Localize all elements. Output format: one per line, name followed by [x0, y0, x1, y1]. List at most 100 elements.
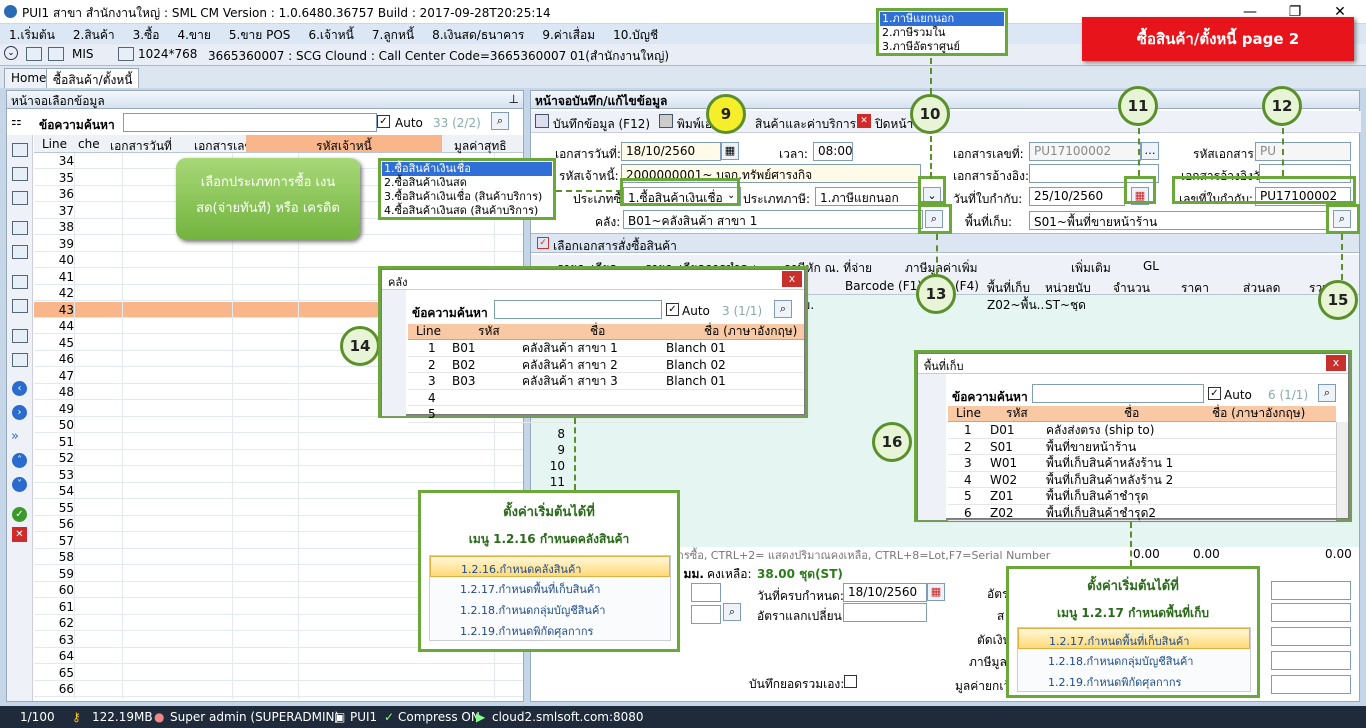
chevron-down-icon[interactable]: ⌄ — [4, 46, 18, 60]
tree-icon[interactable]: ⚏ — [11, 114, 27, 128]
list-item[interactable]: 3 W01 พื้นที่เก็บสินค้าหลังร้าน 1 — [948, 455, 1336, 472]
doc-no-input[interactable]: PU17100002 — [1029, 142, 1141, 161]
check-icon[interactable] — [12, 221, 28, 235]
right-input[interactable] — [1271, 627, 1351, 646]
table-row[interactable]: 65 — [34, 665, 523, 681]
field-input[interactable] — [691, 605, 721, 624]
time-input[interactable]: 08:00 — [813, 142, 853, 161]
lock-icon[interactable] — [12, 275, 28, 289]
type-option[interactable]: 2.ซื้อสินค้าเงินสด — [382, 176, 552, 190]
col-name-en[interactable]: ชื่อ (ภาษาอังกฤษ) — [704, 324, 797, 339]
export-icon[interactable] — [12, 299, 28, 313]
table-row[interactable]: 53 — [34, 467, 523, 483]
close-icon[interactable]: x — [782, 271, 802, 287]
col-name[interactable]: ชื่อ — [590, 324, 605, 339]
list-icon[interactable] — [48, 47, 64, 61]
pin-icon[interactable]: ⊥ — [509, 92, 519, 106]
location-input[interactable]: S01~พื้นที่ขายหน้าร้าน — [1029, 211, 1329, 230]
doc-icon[interactable] — [12, 167, 28, 181]
tax-option[interactable]: 2.ภาษีรวมใน — [880, 26, 1004, 40]
add-button[interactable]: เพิ่มเติม — [1071, 259, 1111, 278]
close-form-button[interactable]: ปิดหน้า — [875, 115, 913, 134]
tax-type-select[interactable]: 1.ภาษีแยกนอก — [815, 187, 921, 206]
type-option[interactable]: 1.ซื้อสินค้าเงินเชื่อ — [382, 162, 552, 176]
copy-icon[interactable] — [12, 191, 28, 205]
list-item[interactable]: 5 Z01 พื้นที่เก็บสินค้าชำรุด — [948, 488, 1336, 505]
calendar-icon[interactable]: ▦ — [721, 142, 739, 160]
doc-no-button[interactable]: … — [1141, 142, 1159, 160]
calendar-icon[interactable] — [26, 47, 42, 61]
list-item[interactable]: 4 — [408, 390, 804, 406]
menu-option[interactable]: 1.2.18.กำหนดกลุ่มบัญชีสินค้า — [430, 598, 670, 619]
col-check[interactable]: che — [78, 137, 100, 151]
col-supplier[interactable]: รหัสเจ้าหนี้ — [246, 135, 442, 153]
delete-doc-icon[interactable] — [12, 245, 28, 259]
col-name[interactable]: ชื่อ — [1124, 406, 1139, 421]
inv-date-input[interactable]: 25/10/2560 — [1029, 187, 1125, 206]
dialog-search-input[interactable] — [1032, 384, 1204, 403]
down-icon[interactable]: ˅ — [12, 477, 27, 492]
menu-option[interactable]: 1.2.16.กำหนดคลังสินค้า — [430, 556, 670, 577]
due-input[interactable]: 18/10/2560 — [843, 583, 927, 602]
warehouse-input[interactable]: B01~คลังสินค้า สาขา 1 — [623, 210, 923, 229]
list-item[interactable]: 6 Z02 พื้นที่เก็บสินค้าชำรุด2 — [948, 505, 1336, 521]
right-input[interactable] — [1271, 651, 1351, 670]
rate-input[interactable] — [843, 603, 927, 622]
field-input[interactable] — [691, 583, 721, 602]
ok-icon[interactable]: ✓ — [12, 507, 27, 522]
table-row[interactable]: 52 — [34, 450, 523, 467]
col-barcode[interactable]: Barcode (F1) — [845, 279, 922, 293]
list-item[interactable]: 1 D01 คลังส่งตรง (ship to) — [948, 422, 1336, 439]
calendar-icon[interactable]: ▦ — [927, 583, 945, 601]
cancel-icon[interactable]: ✕ — [12, 527, 27, 542]
scrollbar[interactable] — [1336, 422, 1348, 518]
fast-forward-icon[interactable]: » — [11, 429, 19, 444]
search-input[interactable] — [123, 113, 377, 132]
menu-option[interactable]: 1.2.19.กำหนดพิกัดศุลกากร — [430, 619, 670, 640]
right-input[interactable] — [1271, 581, 1351, 600]
list-item[interactable]: 4 W02 พื้นที่เก็บสินค้าหลังร้าน 2 — [948, 472, 1336, 488]
col-line[interactable]: Line — [956, 406, 981, 421]
tab-purchase[interactable]: ซื้อสินค้า/ตั้งหนี้ — [46, 68, 140, 88]
doc-code-input[interactable]: PU — [1255, 142, 1351, 161]
list-view-icon[interactable] — [12, 329, 28, 343]
printer-icon[interactable] — [12, 353, 28, 367]
col-code[interactable]: รหัส — [1006, 406, 1028, 421]
tax-option[interactable]: 3.ภาษีอัตราศูนย์ — [880, 40, 1004, 54]
menu-option[interactable]: 1.2.18.กำหนดกลุ่มบัญชีสินค้า — [1018, 649, 1250, 670]
col-line[interactable]: Line — [42, 137, 67, 151]
list-item[interactable]: 5 — [408, 406, 804, 423]
table-row[interactable]: 51 — [34, 434, 523, 450]
close-icon[interactable]: x — [1326, 355, 1346, 371]
type-option[interactable]: 3.ซื้อสินค้าเงินเชื่อ (สินค้าบริการ) — [382, 190, 552, 204]
doc-date-input[interactable]: 18/10/2560 — [621, 142, 721, 161]
up-icon[interactable]: ˄ — [12, 453, 27, 468]
new-icon[interactable] — [12, 143, 28, 157]
list-item[interactable]: 3 B03 คลังสินค้า สาขา 3 Blanch 01 — [408, 373, 804, 390]
search-icon[interactable]: ⌕ — [491, 112, 509, 130]
select-po-button[interactable]: เลือกเอกสารสั่งซื้อสินค้า — [553, 237, 677, 256]
goods-button[interactable]: สินค้าและค่าบริการ — [755, 115, 856, 134]
tax-option[interactable]: 1.ภาษีแยกนอก — [880, 12, 1004, 26]
prev-icon[interactable]: ‹ — [12, 381, 27, 396]
auto-checkbox[interactable]: ✓ — [1208, 387, 1221, 400]
gl-button[interactable]: GL — [1143, 259, 1159, 273]
search-icon[interactable]: ⌕ — [774, 300, 792, 318]
list-item[interactable]: 1 B01 คลังสินค้า สาขา 1 Blanch 01 — [408, 340, 804, 357]
auto-checkbox[interactable]: ✓ — [666, 303, 679, 316]
search-icon[interactable]: ⌕ — [1318, 384, 1336, 402]
col-code[interactable]: รหัส — [478, 324, 500, 339]
right-input[interactable] — [1271, 603, 1351, 622]
manual-total-checkbox[interactable] — [844, 675, 857, 688]
list-item[interactable]: 2 S01 พื้นที่ขายหน้าร้าน — [948, 439, 1336, 455]
type-option[interactable]: 4.ซื้อสินค้าเงินสด (สินค้าบริการ) — [382, 204, 552, 218]
right-input[interactable] — [1271, 675, 1351, 694]
save-button[interactable]: บันทึกข้อมูล (F12) — [553, 115, 650, 134]
col-name-en[interactable]: ชื่อ (ภาษาอังกฤษ) — [1212, 406, 1305, 421]
list-item[interactable]: 2 B02 คลังสินค้า สาขา 2 Blanch 02 — [408, 357, 804, 373]
table-row[interactable]: 66 — [34, 681, 523, 698]
mis-label[interactable]: MIS — [72, 47, 94, 61]
menu-option[interactable]: 1.2.19.กำหนดพิกัดศุลกากร — [1018, 670, 1250, 691]
menu-option[interactable]: 1.2.17.กำหนดพื้นที่เก็บสินค้า — [430, 577, 670, 598]
dialog-search-input[interactable] — [494, 300, 662, 319]
